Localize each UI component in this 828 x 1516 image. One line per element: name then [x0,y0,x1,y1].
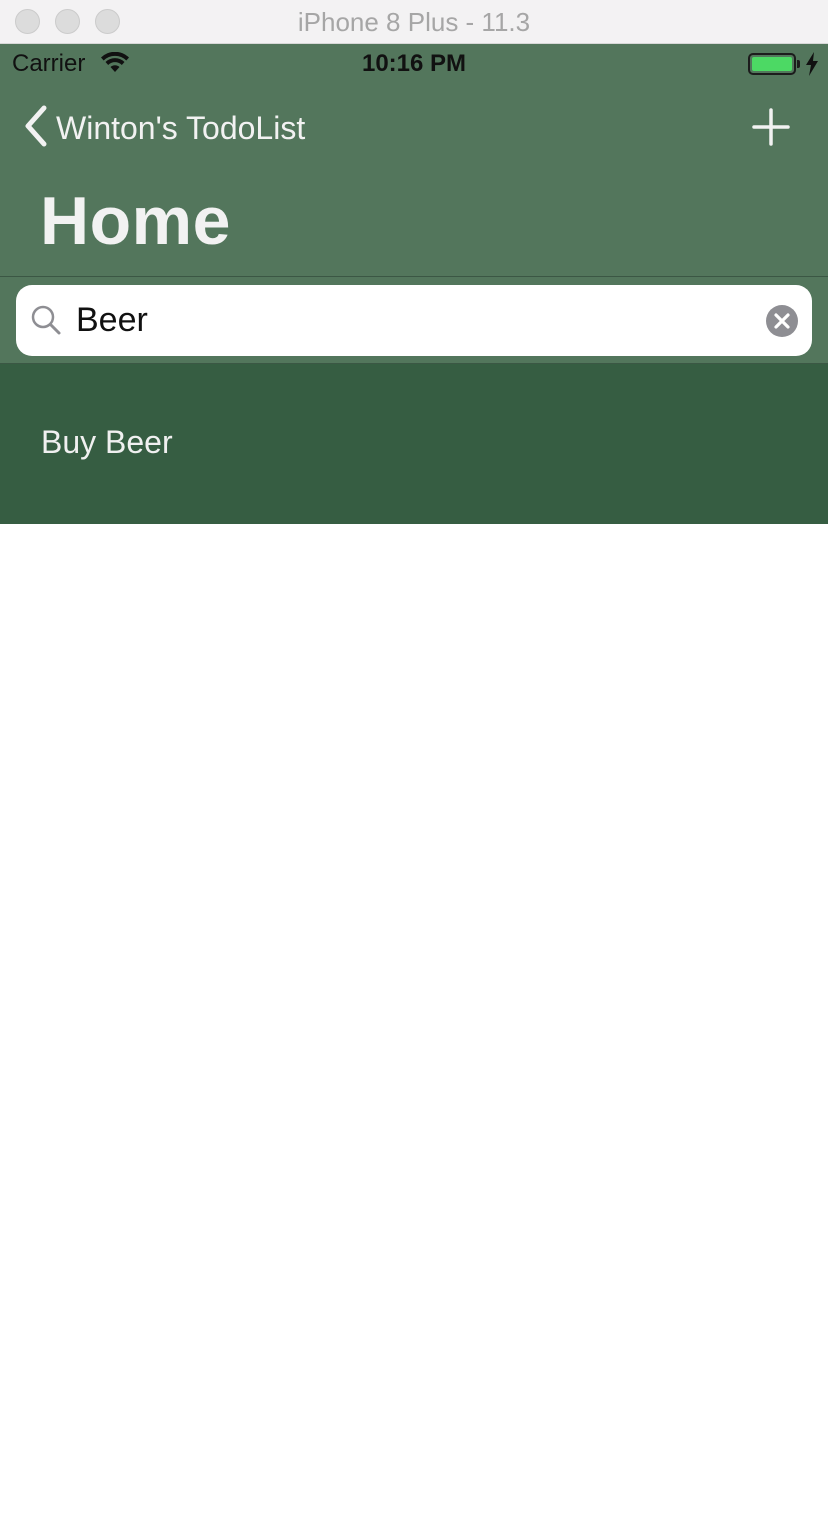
add-button[interactable] [748,104,794,150]
page-title: Home [40,183,231,259]
chevron-left-icon [22,104,50,153]
status-time: 10:16 PM [361,50,467,77]
battery-icon [748,53,796,75]
search-field[interactable] [16,285,812,356]
back-button-label: Winton's TodoList [56,109,306,146]
plus-icon [748,108,794,154]
search-icon [30,304,62,341]
list-item[interactable]: Buy Beer [0,364,828,524]
search-bar [0,276,828,364]
clear-search-button[interactable] [766,305,798,337]
window-title: iPhone 8 Plus - 11.3 [297,7,531,37]
charging-bolt-icon [805,52,819,81]
clear-x-icon [766,305,798,337]
search-input[interactable] [76,297,756,343]
back-button[interactable]: Winton's TodoList [22,104,305,152]
todo-list: Buy Beer [0,364,828,524]
simulator-titlebar: iPhone 8 Plus - 11.3 [0,0,828,44]
list-item-label: Buy Beer [41,424,173,460]
navigation-bar: Carrier 10:16 PM Winton's TodoList Home [0,44,828,276]
status-bar: Carrier 10:16 PM [0,44,828,86]
battery-cap [797,60,800,68]
